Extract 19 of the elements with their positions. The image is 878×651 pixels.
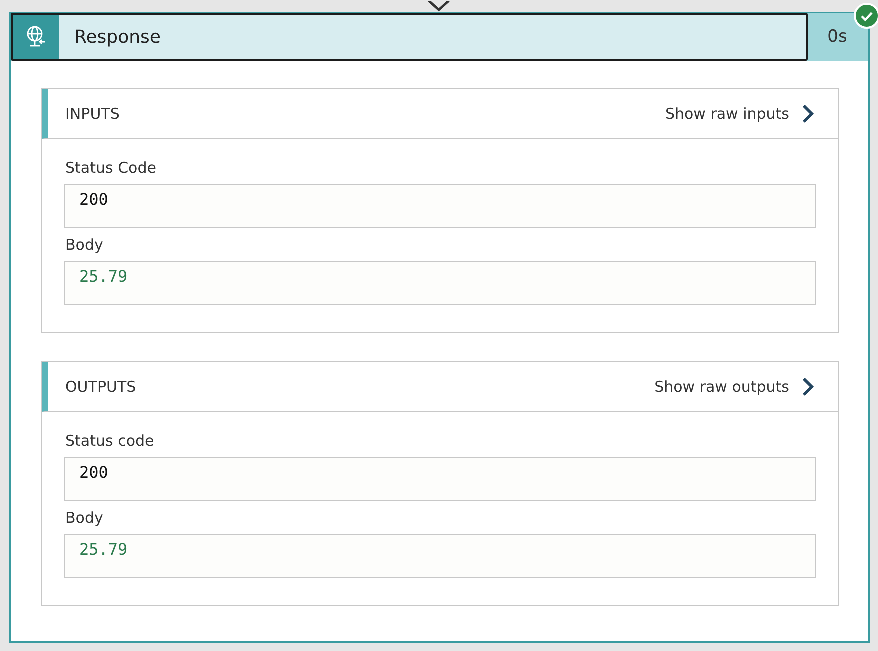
section-title: INPUTS <box>66 104 121 122</box>
section-title: OUTPUTS <box>66 378 138 396</box>
field-label: Status code <box>66 432 156 450</box>
show-raw-button[interactable]: Show raw inputs <box>665 104 814 124</box>
chevron-right-icon <box>802 104 814 124</box>
arrow-down-icon <box>426 1 452 12</box>
field-label: Body <box>66 509 104 527</box>
field-value: 25.79 <box>64 534 816 578</box>
field-value: 200 <box>64 184 816 228</box>
field-value: 25.79 <box>64 261 816 305</box>
action-header[interactable]: Response <box>10 13 808 61</box>
show-raw-button[interactable]: Show raw outputs <box>654 376 814 396</box>
field-value: 200 <box>64 457 816 501</box>
field-label: Status Code <box>66 159 158 177</box>
field-label: Body <box>66 236 104 254</box>
action-title: Response <box>74 26 161 48</box>
chevron-right-icon <box>802 376 814 396</box>
duration: 0s <box>826 26 848 49</box>
globe-icon <box>24 25 46 49</box>
